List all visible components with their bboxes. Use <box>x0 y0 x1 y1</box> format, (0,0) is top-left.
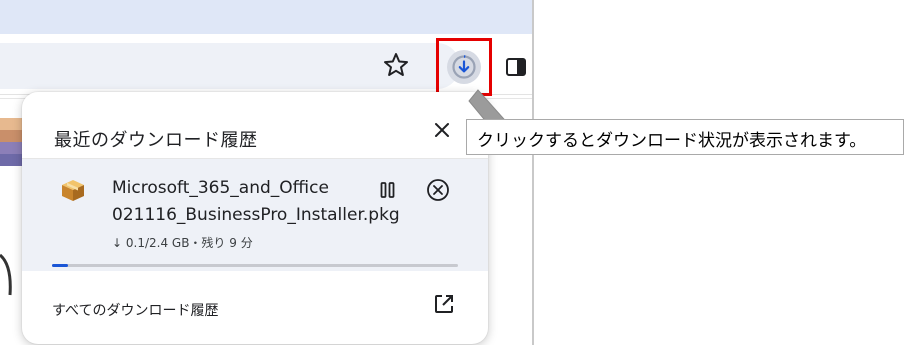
download-button[interactable] <box>447 50 481 84</box>
download-progress-bar <box>52 264 458 267</box>
star-icon[interactable] <box>381 50 411 80</box>
tab-strip <box>0 0 534 34</box>
close-icon[interactable] <box>430 118 454 142</box>
download-item[interactable]: Microsoft_365_and_Office 021116_Business… <box>22 159 488 271</box>
downloads-popup: 最近のダウンロード履歴 Microsoft_365_and_Office 021… <box>22 92 488 344</box>
download-icon <box>452 55 476 79</box>
side-panel-icon[interactable] <box>505 56 527 78</box>
download-filename: Microsoft_365_and_Office 021116_Business… <box>112 175 422 229</box>
browser-window: 最近のダウンロード履歴 Microsoft_365_and_Office 021… <box>0 0 534 345</box>
window-edge <box>532 0 534 345</box>
download-progress-text: ↓ 0.1/2.4 GB・残り 9 分 <box>112 236 253 250</box>
download-progress-fill <box>52 264 69 267</box>
all-downloads-link[interactable]: すべてのダウンロード履歴 <box>52 300 218 320</box>
package-icon <box>62 180 84 201</box>
callout-box: クリックするとダウンロード状況が表示されます。 <box>466 119 904 155</box>
filename-line-2: 021116_BusinessPro_Installer.pkg <box>112 205 400 225</box>
callout-text: クリックするとダウンロード状況が表示されます。 <box>477 131 867 151</box>
filename-line-1: Microsoft_365_and_Office <box>112 178 329 198</box>
cancel-icon[interactable] <box>425 177 451 203</box>
pause-icon[interactable] <box>377 179 399 201</box>
popup-title: 最近のダウンロード履歴 <box>54 130 258 151</box>
open-external-icon[interactable] <box>432 292 456 316</box>
